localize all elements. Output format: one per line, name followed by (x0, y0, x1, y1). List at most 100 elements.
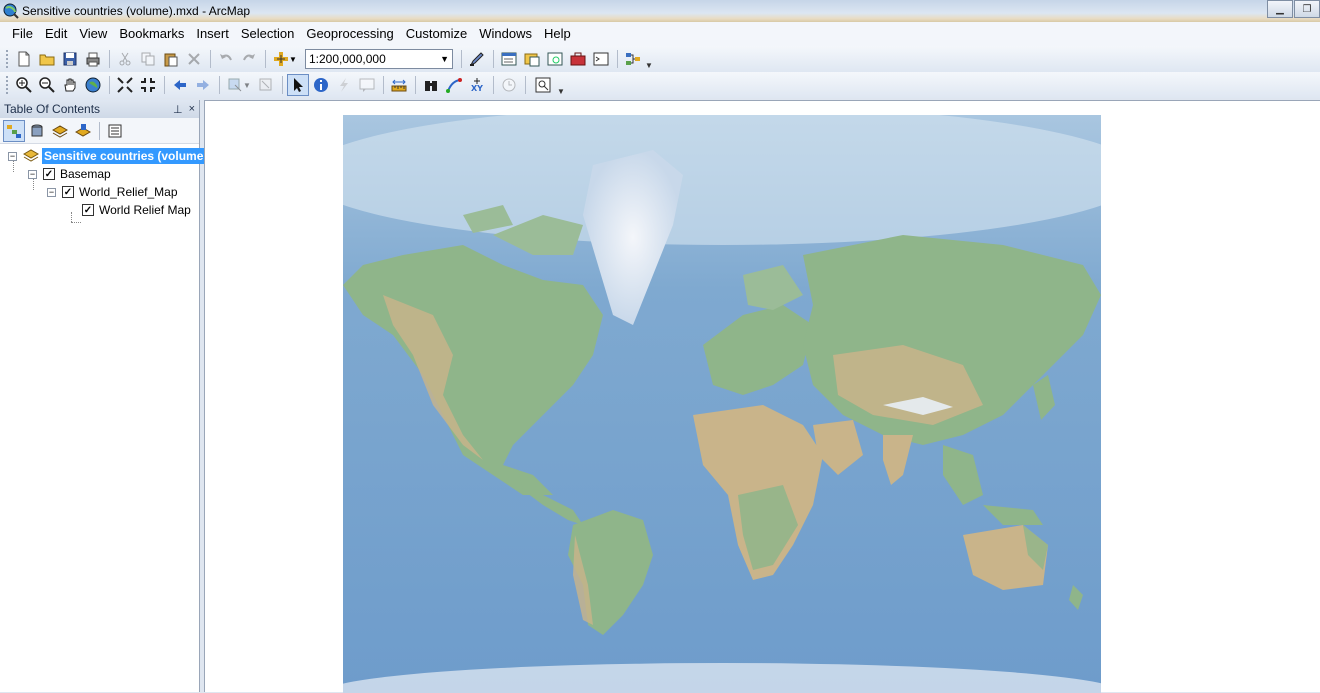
fixed-zoom-out-button[interactable] (137, 74, 159, 96)
visibility-checkbox[interactable]: ✓ (62, 186, 74, 198)
layers-icon (23, 149, 39, 162)
toc-title: Table Of Contents (4, 102, 101, 116)
menu-bookmarks[interactable]: Bookmarks (113, 22, 190, 46)
menu-selection[interactable]: Selection (235, 22, 300, 46)
redo-button[interactable] (238, 48, 260, 70)
open-button[interactable] (36, 48, 58, 70)
modelbuilder-button[interactable] (622, 48, 644, 70)
editor-toolbar-button[interactable] (466, 48, 488, 70)
list-by-source-button[interactable] (26, 120, 48, 142)
undo-icon (220, 54, 232, 61)
save-button[interactable] (59, 48, 81, 70)
go-back-button[interactable] (169, 74, 191, 96)
collapse-icon[interactable]: − (8, 151, 17, 161)
tree-connector (71, 222, 81, 223)
menu-help[interactable]: Help (538, 22, 577, 46)
zoom-out-icon (39, 77, 55, 93)
measure-button[interactable] (388, 74, 410, 96)
globe-icon (85, 77, 101, 93)
delete-button[interactable] (183, 48, 205, 70)
toolbar-separator (210, 50, 211, 68)
list-by-drawing-order-button[interactable] (3, 119, 25, 142)
html-popup-button[interactable] (356, 74, 378, 96)
copy-icon (141, 52, 155, 66)
layer-node-world-relief-map[interactable]: ✓ World Relief Map (82, 201, 191, 219)
zoom-in-button[interactable] (13, 74, 35, 96)
info-icon (314, 78, 328, 92)
world-relief-map-image (343, 115, 1101, 693)
collapse-icon[interactable]: − (28, 169, 37, 179)
pan-hand-icon (64, 78, 76, 92)
modelbuilder-icon (626, 53, 640, 65)
copy-button[interactable] (137, 48, 159, 70)
select-features-button[interactable]: ▼ (224, 74, 254, 96)
fixed-zoom-out-icon (141, 78, 155, 92)
save-icon (63, 52, 77, 66)
print-button[interactable] (82, 48, 104, 70)
catalog-window-button[interactable] (521, 48, 543, 70)
clear-selection-icon (259, 78, 272, 91)
map-display[interactable] (204, 100, 1320, 693)
full-extent-button[interactable] (82, 74, 104, 96)
menu-windows[interactable]: Windows (473, 22, 538, 46)
toolbar-grip[interactable] (6, 76, 9, 94)
cut-button[interactable] (114, 48, 136, 70)
identify-button[interactable] (310, 74, 332, 96)
list-by-selection-button[interactable] (72, 120, 94, 142)
clear-selection-button[interactable] (255, 74, 277, 96)
visibility-checkbox[interactable]: ✓ (43, 168, 55, 180)
layer-node-world-relief-map-group[interactable]: − ✓ World_Relief_Map (47, 183, 178, 201)
paste-button[interactable] (160, 48, 182, 70)
python-window-icon (593, 52, 609, 66)
toolbar-separator (164, 76, 165, 94)
menu-geoprocessing[interactable]: Geoprocessing (300, 22, 399, 46)
time-slider-button[interactable] (498, 74, 520, 96)
python-window-button[interactable] (590, 48, 612, 70)
add-data-button[interactable]: ▼ (270, 48, 300, 70)
layer-node-basemap[interactable]: − ✓ Basemap (28, 165, 111, 183)
maximize-button[interactable]: ❐ (1294, 0, 1320, 18)
find-route-button[interactable] (443, 74, 465, 96)
go-to-xy-icon: XY (471, 78, 483, 93)
world-relief-basemap[interactable] (343, 115, 1101, 693)
visibility-checkbox[interactable]: ✓ (82, 204, 94, 216)
menu-view[interactable]: View (73, 22, 113, 46)
menu-customize[interactable]: Customize (400, 22, 473, 46)
search-window-button[interactable] (544, 48, 566, 70)
toolbar-grip[interactable] (6, 50, 9, 68)
toolbar-separator (265, 50, 266, 68)
menu-insert[interactable]: Insert (190, 22, 235, 46)
arctoolbox-button[interactable] (567, 48, 589, 70)
toc-options-button[interactable] (104, 120, 126, 142)
pin-icon[interactable]: ⊥ (173, 103, 183, 116)
go-forward-button[interactable] (192, 74, 214, 96)
popup-icon (359, 78, 375, 92)
list-by-visibility-button[interactable] (49, 120, 71, 142)
close-icon[interactable]: × (189, 103, 195, 116)
hyperlink-button[interactable] (333, 74, 355, 96)
pan-button[interactable] (59, 74, 81, 96)
toolbar-options-chevron[interactable]: ▼ (557, 74, 565, 96)
magnifier-button[interactable] (530, 74, 556, 96)
collapse-icon[interactable]: − (47, 187, 56, 197)
table-of-contents-button[interactable] (498, 48, 520, 70)
layers-visibility-icon (52, 124, 68, 138)
map-scale-combobox[interactable]: 1:200,000,000 ▼ (305, 49, 453, 69)
new-document-button[interactable] (13, 48, 35, 70)
undo-button[interactable] (215, 48, 237, 70)
menu-file[interactable]: File (6, 22, 39, 46)
toolbar-separator (493, 76, 494, 94)
data-frame-node[interactable]: − Sensitive countries (volume (8, 147, 206, 165)
scissors-icon (119, 52, 131, 66)
go-to-xy-button[interactable]: XY (466, 74, 488, 96)
menu-edit[interactable]: Edit (39, 22, 73, 46)
zoom-out-button[interactable] (36, 74, 58, 96)
toc-header: Table Of Contents ⊥ × (0, 100, 199, 118)
fixed-zoom-in-button[interactable] (114, 74, 136, 96)
editor-pencil-icon (469, 52, 484, 67)
minimize-button[interactable]: ▁ (1267, 0, 1293, 18)
select-elements-button[interactable] (287, 74, 309, 96)
find-button[interactable] (420, 74, 442, 96)
toolbar-options-chevron[interactable]: ▼ (645, 48, 653, 70)
chevron-down-icon[interactable]: ▼ (440, 54, 449, 64)
